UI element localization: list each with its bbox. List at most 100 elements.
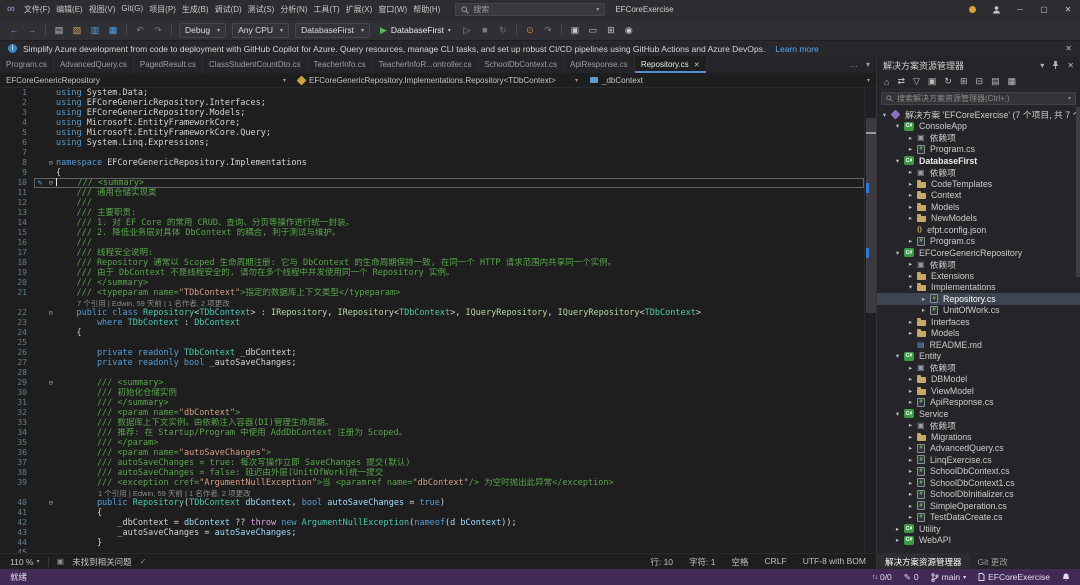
git-branch-selector[interactable]: main ▾ (931, 572, 966, 582)
menu-item-生成(B)[interactable]: 生成(B) (179, 4, 212, 15)
code-line[interactable]: 27 private readonly bool _autoSaveChange… (0, 358, 864, 368)
tree-item-依赖项[interactable]: ▸依赖项 (877, 132, 1080, 144)
code-line[interactable]: 14 /// 1. 对 EF Core 的常用 CRUD、查询、分页等操作进行统… (0, 218, 864, 228)
solution-search-input[interactable]: 搜索解决方案资源管理器(Ctrl+;) ▾ (881, 92, 1076, 105)
code-line[interactable]: 16 /// (0, 238, 864, 248)
expand-icon[interactable]: ▸ (893, 536, 902, 544)
collapse-all-icon[interactable]: ⊟ (976, 76, 984, 87)
menu-item-Git(G)[interactable]: Git(G) (118, 4, 146, 15)
expand-icon[interactable]: ▸ (906, 260, 915, 268)
startup-project-dropdown[interactable]: DatabaseFirst ▾ (295, 23, 370, 38)
tree-item-TestDataCreate.cs[interactable]: ▸TestDataCreate.cs (877, 512, 1080, 524)
menu-item-分析(N)[interactable]: 分析(N) (277, 4, 310, 15)
expand-icon[interactable]: ▸ (906, 479, 915, 487)
tree-item-Program.cs[interactable]: ▸Program.cs (877, 144, 1080, 156)
tree-item-ViewModel[interactable]: ▸ViewModel (877, 385, 1080, 397)
code-health-icon[interactable]: ▣ (57, 557, 65, 566)
tree-item-Entity[interactable]: ▾Entity (877, 351, 1080, 363)
menu-item-编辑(E)[interactable]: 编辑(E) (53, 4, 86, 15)
expand-icon[interactable]: ▸ (906, 444, 915, 452)
git-repo-selector[interactable]: EFCoreExercise (978, 572, 1050, 582)
tree-item-Program.cs[interactable]: ▸Program.cs (877, 236, 1080, 248)
fold-marker[interactable]: ⊟ (46, 158, 56, 168)
properties-icon[interactable]: ▦ (1008, 76, 1017, 87)
expand-icon[interactable]: ▸ (893, 525, 902, 533)
sync-with-active-document-icon[interactable]: ▣ (928, 76, 937, 87)
tree-item-Repository.cs[interactable]: ▸Repository.cs (877, 293, 1080, 305)
code-line[interactable]: 21 /// <typeparam name="TDbContext">指定的数… (0, 288, 864, 298)
bell-icon[interactable] (1062, 573, 1070, 582)
code-line[interactable]: 41 { (0, 508, 864, 518)
tree-item-CodeTemplates[interactable]: ▸CodeTemplates (877, 178, 1080, 190)
code-line[interactable]: 36 /// <param name="autoSaveChanges"> (0, 448, 864, 458)
show-all-files-icon[interactable]: ▤ (991, 76, 1000, 87)
code-line[interactable]: 20 /// </summary> (0, 278, 864, 288)
editor-vertical-scrollbar[interactable] (864, 88, 876, 553)
code-line[interactable]: 22⊟ public class Repository<TDbContext> … (0, 308, 864, 318)
save-icon[interactable]: ▥ (87, 25, 103, 36)
bookmark-icon[interactable]: ⊞ (603, 25, 619, 36)
account-icon[interactable] (984, 0, 1008, 19)
save-all-icon[interactable]: ▦ (105, 25, 121, 36)
tab-ClassStudentCountDto.cs[interactable]: ClassStudentCountDto.cs (203, 56, 308, 73)
code-line[interactable]: 5using Microsoft.EntityFrameworkCore.Que… (0, 128, 864, 138)
notification-dot-icon[interactable] (969, 6, 976, 13)
tree-item-ConsoleApp[interactable]: ▾ConsoleApp (877, 121, 1080, 133)
tree-item-UnitOfWork.cs[interactable]: ▸UnitOfWork.cs (877, 305, 1080, 317)
code-line[interactable]: 9{ (0, 168, 864, 178)
code-line[interactable]: 8⊟namespace EFCoreGenericRepository.Impl… (0, 158, 864, 168)
code-line[interactable]: 18 /// Repository 通常以 Scoped 生命周期注册: 它与 … (0, 258, 864, 268)
code-line[interactable]: 10✎⊟ /// <summary> (0, 178, 864, 188)
fold-marker[interactable]: ⊟ (46, 178, 56, 188)
code-line[interactable]: 11 /// 通用仓储实现类 (0, 188, 864, 198)
expand-icon[interactable]: ▸ (906, 214, 915, 222)
expand-icon[interactable]: ▸ (906, 272, 915, 280)
tree-item-LinqExercise.cs[interactable]: ▸LinqExercise.cs (877, 454, 1080, 466)
comment-icon[interactable]: ▭ (585, 25, 601, 36)
code-line[interactable]: 44 } (0, 538, 864, 548)
splitter-grip[interactable] (866, 132, 876, 134)
learn-more-link[interactable]: Learn more (775, 44, 818, 54)
code-line[interactable]: 38 /// autoSaveChanges = false: 延迟由外层(Un… (0, 468, 864, 478)
expand-icon[interactable]: ▸ (906, 145, 915, 153)
tab-Repository.cs[interactable]: Repository.cs✕ (635, 56, 707, 73)
spaces-indicator[interactable]: 空格 (732, 556, 749, 568)
menu-item-视图(V)[interactable]: 视图(V) (86, 4, 119, 15)
search-box[interactable]: 搜索 ▾ (455, 3, 605, 16)
expand-icon[interactable]: ▸ (906, 203, 915, 211)
expand-icon[interactable]: ▸ (906, 375, 915, 383)
fold-marker[interactable]: ⊟ (46, 378, 56, 388)
expand-icon[interactable]: ▸ (906, 180, 915, 188)
code-line[interactable]: 24 { (0, 328, 864, 338)
maximize-button[interactable]: ▢ (1032, 0, 1056, 19)
tab-overflow-icon[interactable]: … (850, 60, 858, 69)
menu-item-测试(S)[interactable]: 测试(S) (245, 4, 278, 15)
code-line[interactable]: 15 /// 2. 降低业务层对具体 DbContext 的耦合, 利于测试与维… (0, 228, 864, 238)
configuration-dropdown[interactable]: Debug ▾ (179, 23, 226, 38)
codelens[interactable]: 1 个引用 | Edwin, 59 天前 | 1 名作者, 2 项更改 (0, 488, 864, 498)
platform-dropdown[interactable]: Any CPU ▾ (232, 23, 289, 38)
code-line[interactable]: 26 private readonly TDbContext _dbContex… (0, 348, 864, 358)
code-line[interactable]: 12 /// (0, 198, 864, 208)
tree-item-DBModel[interactable]: ▸DBModel (877, 374, 1080, 386)
expand-icon[interactable]: ▸ (906, 318, 915, 326)
tree-item-Interfaces[interactable]: ▸Interfaces (877, 316, 1080, 328)
member-dropdown[interactable]: _dbContext ▾ (584, 76, 876, 85)
code-line[interactable]: 19 /// 由于 DbContext 不是线程安全的, 请勿在多个线程中并发使… (0, 268, 864, 278)
expand-icon[interactable]: ▸ (906, 513, 915, 521)
code-line[interactable]: 1using System.Data; (0, 88, 864, 98)
menu-item-帮助(H)[interactable]: 帮助(H) (410, 4, 443, 15)
collapse-icon[interactable]: ▾ (906, 283, 915, 291)
tree-item-依赖项[interactable]: ▸依赖项 (877, 259, 1080, 271)
menu-item-扩展(X)[interactable]: 扩展(X) (343, 4, 376, 15)
find-in-files-icon[interactable]: ▣ (567, 25, 583, 36)
tab-SchoolDbContext.cs[interactable]: SchoolDbContext.cs (479, 56, 564, 73)
tree-item-AdvancedQuery.cs[interactable]: ▸AdvancedQuery.cs (877, 443, 1080, 455)
home-icon[interactable]: ⌂ (884, 77, 889, 87)
expand-icon[interactable]: ▸ (919, 295, 928, 303)
tree-item-Migrations[interactable]: ▸Migrations (877, 431, 1080, 443)
code-line[interactable]: 43 _autoSaveChanges = autoSaveChanges; (0, 528, 864, 538)
tree-item-Implementations[interactable]: ▾Implementations (877, 282, 1080, 294)
expand-icon[interactable]: ▸ (906, 387, 915, 395)
nest-files-icon[interactable]: ⊞ (960, 76, 968, 87)
